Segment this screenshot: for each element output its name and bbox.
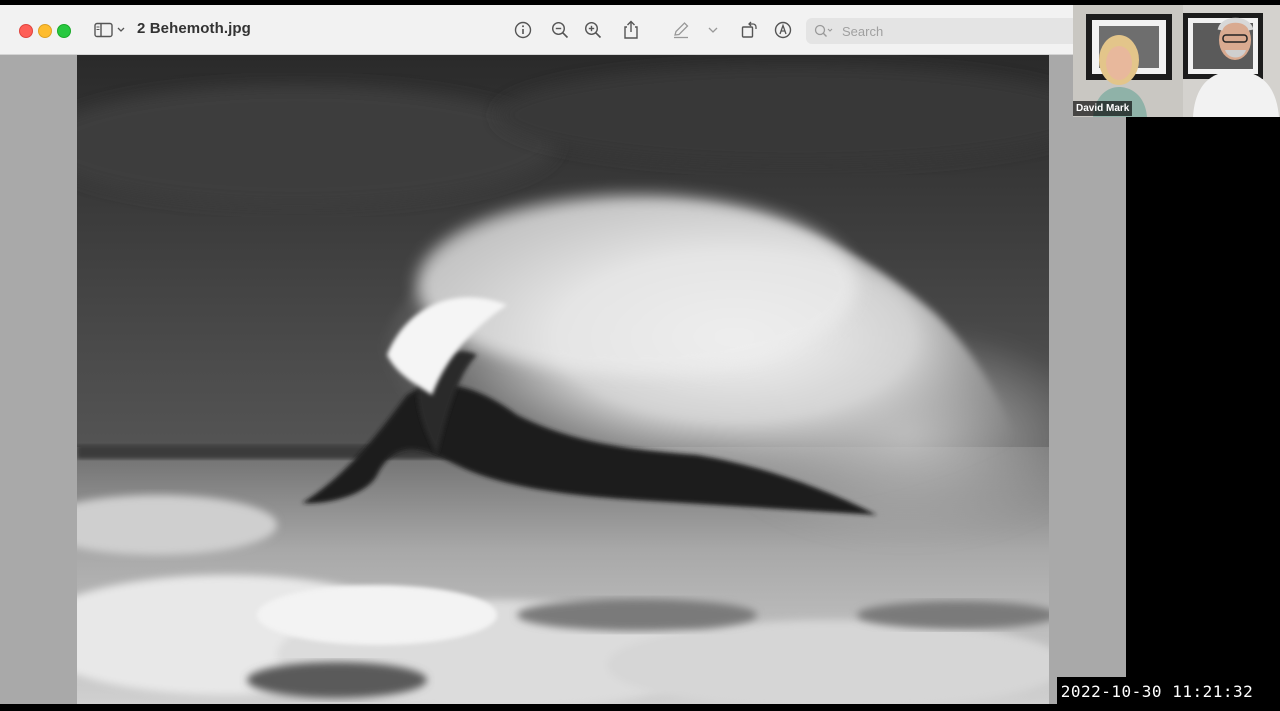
minimize-window-button[interactable] xyxy=(38,24,52,38)
chevron-down-icon xyxy=(708,27,718,33)
participant-name-tag: David Mark xyxy=(1073,101,1133,116)
search-field[interactable] xyxy=(806,18,1086,44)
search-icon xyxy=(814,24,833,37)
pen-icon xyxy=(674,22,689,39)
markup-circle-icon xyxy=(774,21,792,39)
info-button[interactable] xyxy=(512,18,534,42)
preview-window: 2 Behemoth.jpg xyxy=(0,5,1126,704)
zoom-out-button[interactable] xyxy=(549,18,571,42)
zoom-in-button[interactable] xyxy=(582,18,604,42)
maximize-window-button[interactable] xyxy=(57,24,71,38)
wave-photo xyxy=(77,55,1049,704)
rotate-icon xyxy=(741,21,757,38)
sidebar-icon xyxy=(94,22,125,38)
info-icon xyxy=(514,21,532,39)
share-icon xyxy=(624,20,638,39)
search-input[interactable] xyxy=(840,22,1044,40)
recording-timestamp: 2022-10-30 11:21:32 xyxy=(1057,677,1257,705)
sidebar-toggle-button[interactable] xyxy=(92,18,128,42)
document-image xyxy=(77,55,1049,704)
rotate-button[interactable] xyxy=(738,18,760,42)
close-window-button[interactable] xyxy=(19,24,33,38)
share-button[interactable] xyxy=(620,18,642,42)
document-title: 2 Behemoth.jpg xyxy=(137,20,251,37)
zoom-in-icon xyxy=(584,21,602,39)
annotate-button[interactable] xyxy=(772,18,794,42)
markup-menu-button[interactable] xyxy=(705,18,721,42)
zoom-out-icon xyxy=(551,21,569,39)
markup-button[interactable] xyxy=(670,18,692,42)
window-titlebar: 2 Behemoth.jpg xyxy=(0,5,1126,55)
